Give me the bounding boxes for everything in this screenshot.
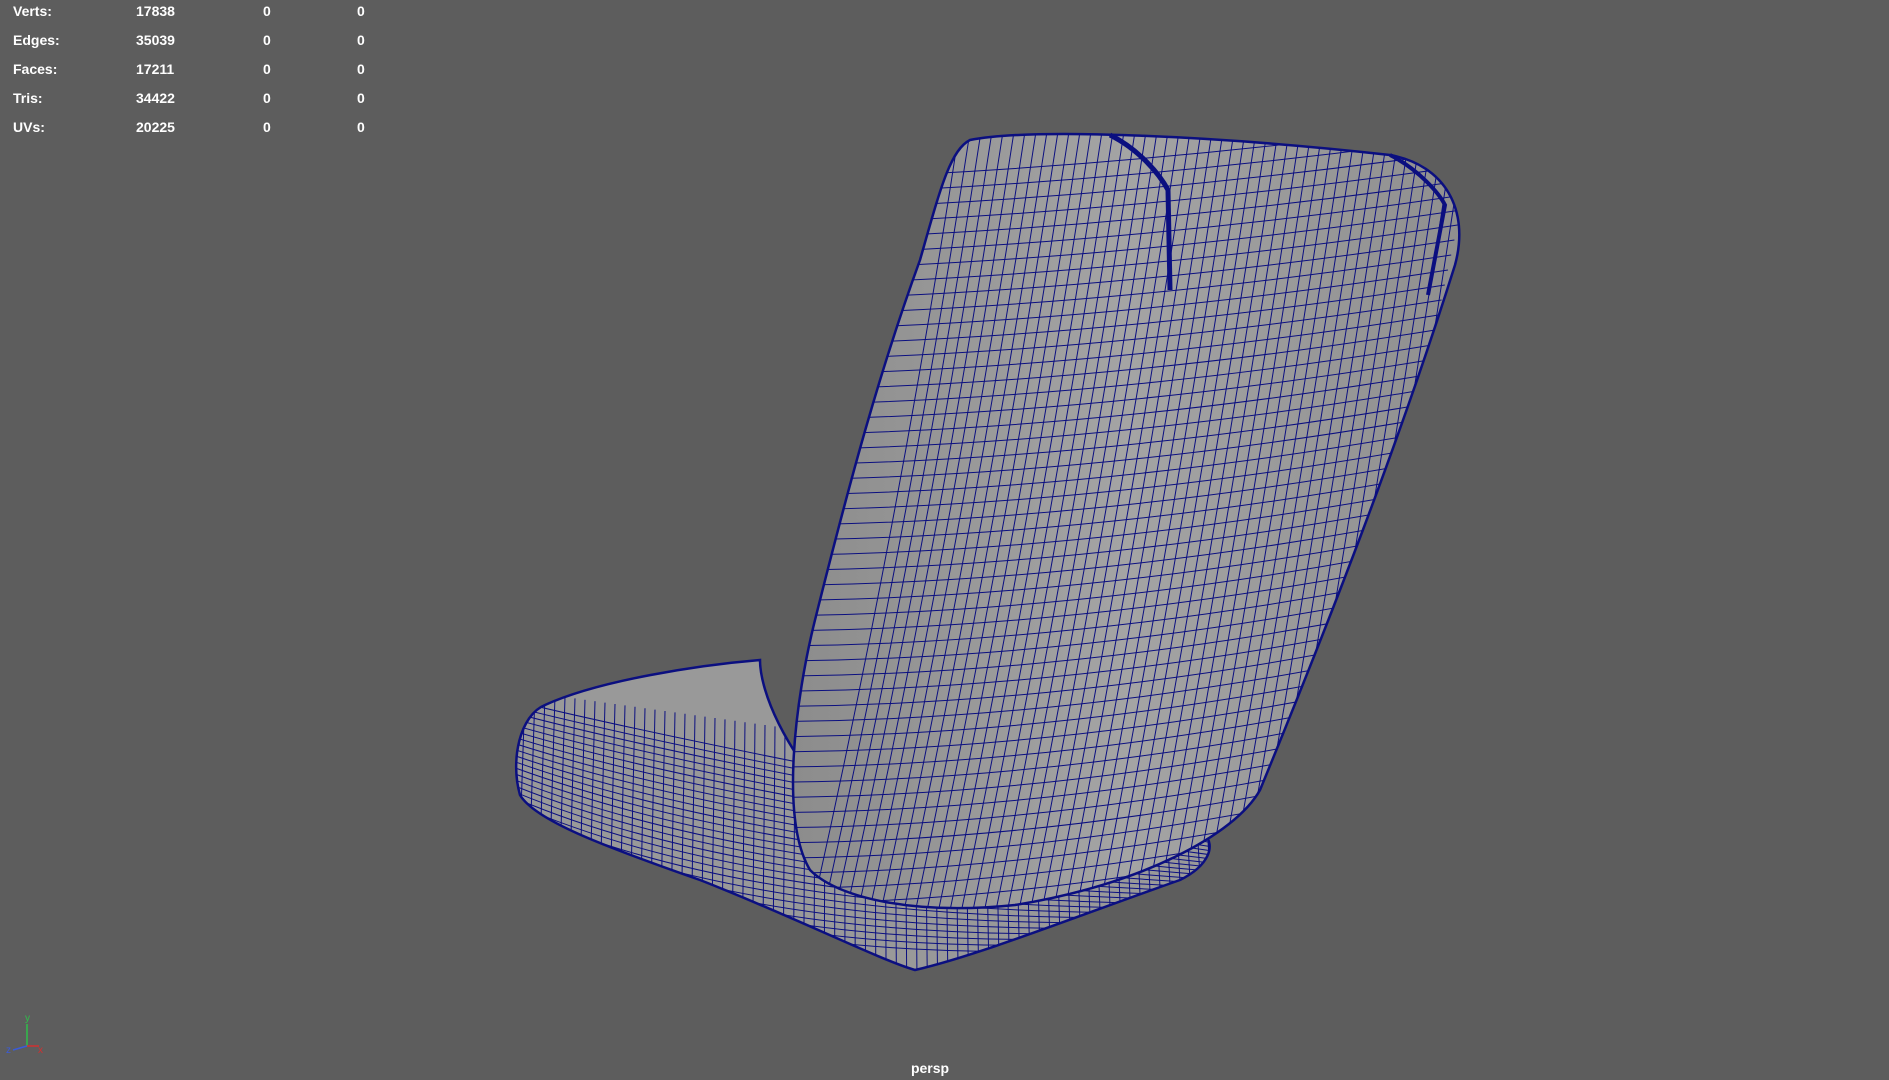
seat-mesh-wireframe[interactable] (0, 0, 1889, 1080)
hud-value: 0 (263, 61, 271, 77)
hud-label: Edges: (13, 32, 60, 48)
seat-wire-col (505, 690, 515, 980)
viewport-persp[interactable]: Verts: 17838 0 0 Edges: 35039 0 0 Faces:… (0, 0, 1889, 1080)
hud-row-verts: Verts: 17838 0 0 (0, 0, 400, 28)
hud-row-faces: Faces: 17211 0 0 (0, 58, 400, 86)
hud-value: 0 (357, 32, 365, 48)
hud-value: 20225 (136, 119, 175, 135)
x-axis-label: x (38, 1045, 43, 1056)
camera-label: persp (910, 1060, 950, 1076)
hud-value: 0 (263, 119, 271, 135)
hud-row-tris: Tris: 34422 0 0 (0, 87, 400, 115)
y-axis-label: y (25, 1013, 30, 1024)
axis-gizmo: y x z (6, 1013, 43, 1056)
hud-value: 0 (263, 32, 271, 48)
hud-label: Verts: (13, 3, 52, 19)
hud-label: UVs: (13, 119, 45, 135)
hud-value: 0 (357, 119, 365, 135)
hud-row-edges: Edges: 35039 0 0 (0, 29, 400, 57)
hud-value: 17838 (136, 3, 175, 19)
hud-value: 34422 (136, 90, 175, 106)
hud-value: 0 (263, 3, 271, 19)
hud-value: 0 (357, 90, 365, 106)
hud-value: 0 (263, 90, 271, 106)
hud-value: 17211 (136, 61, 175, 77)
hud-value: 0 (357, 3, 365, 19)
hud-value: 35039 (136, 32, 175, 48)
z-axis-line (12, 1045, 28, 1051)
hud-row-uvs: UVs: 20225 0 0 (0, 116, 400, 144)
z-axis-label: z (6, 1045, 11, 1056)
hud-label: Faces: (13, 61, 58, 77)
hud-label: Tris: (13, 90, 43, 106)
hud-value: 0 (357, 61, 365, 77)
